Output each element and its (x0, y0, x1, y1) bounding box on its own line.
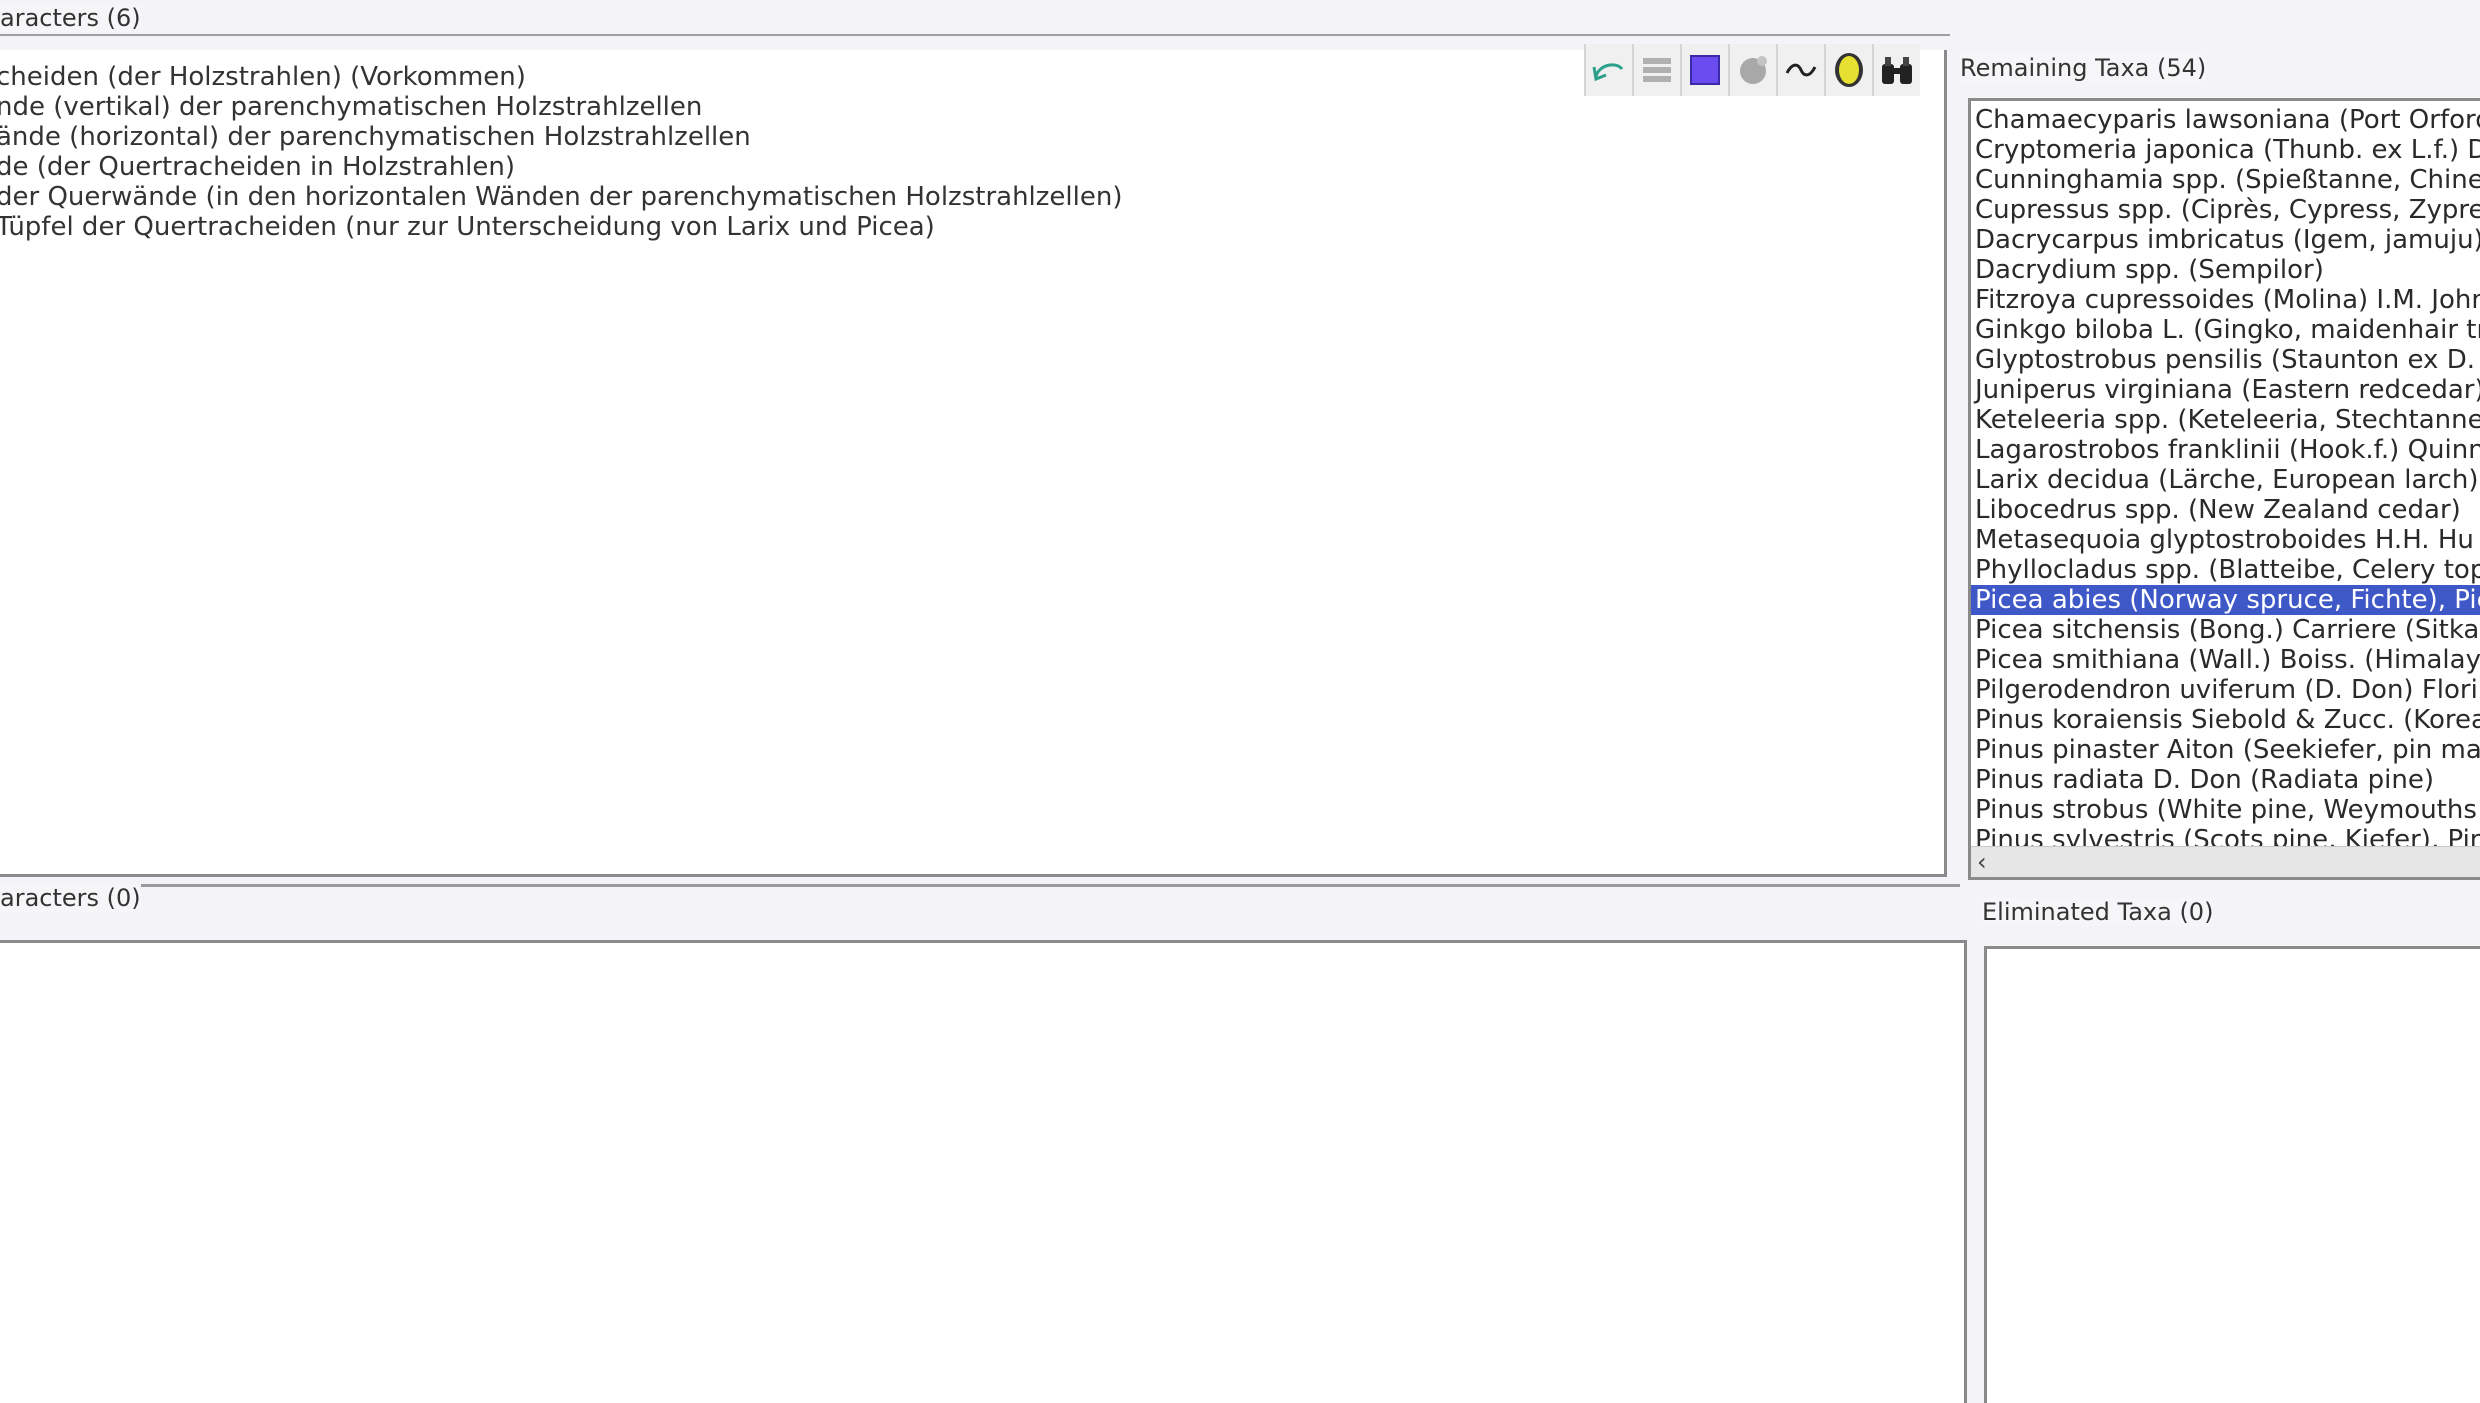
taxon-item[interactable]: Pinus pinaster Aiton (Seekiefer, pin mar… (1971, 735, 2480, 765)
taxon-item[interactable]: Pilgerodendron uviferum (D. Don) Florin … (1971, 675, 2480, 705)
top-separator (0, 34, 1950, 36)
remaining-taxa-list[interactable]: Chamaecyparis lawsoniana (Port Orford ce… (1968, 98, 2480, 880)
list-item[interactable]: der Querwände (in den horizontalen Wände… (0, 182, 1944, 212)
list-item[interactable]: nde (vertikal) der parenchymatischen Hol… (0, 92, 1944, 122)
taxon-item[interactable]: Cryptomeria japonica (Thunb. ex L.f.) D.… (1971, 135, 2480, 165)
taxon-item[interactable]: Keteleeria spp. (Keteleeria, Stechtanne) (1971, 405, 2480, 435)
taxon-item[interactable]: Phyllocladus spp. (Blatteibe, Celery top… (1971, 555, 2480, 585)
taxon-item[interactable]: Pinus koraiensis Siebold & Zucc. (Korea … (1971, 705, 2480, 735)
list-icon[interactable] (1632, 44, 1680, 96)
taxon-item[interactable]: Cupressus spp. (Ciprès, Cypress, Zypress… (1971, 195, 2480, 225)
taxon-item[interactable]: Larix decidua (Lärche, European larch), … (1971, 465, 2480, 495)
taxon-item[interactable]: Pinus strobus (White pine, Weymouths K (1971, 795, 2480, 825)
taxon-item[interactable]: Picea smithiana (Wall.) Boiss. (Himalaya (1971, 645, 2480, 675)
list-item[interactable]: de (der Quertracheiden in Holzstrahlen) (0, 152, 1944, 182)
unused-characters-header: aracters (0) (0, 884, 141, 912)
scroll-left-icon[interactable]: ‹ (1977, 847, 1987, 877)
taxon-item[interactable]: Ginkgo biloba L. (Gingko, maidenhair tre… (1971, 315, 2480, 345)
list-item[interactable]: Tüpfel der Quertracheiden (nur zur Unter… (0, 212, 1944, 242)
tilde-icon[interactable] (1776, 44, 1824, 96)
taxon-item[interactable]: Dacrydium spp. (Sempilor) (1971, 255, 2480, 285)
taxon-item[interactable]: Chamaecyparis lawsoniana (Port Orford ce… (1971, 105, 2480, 135)
used-characters-header: aracters (6) (0, 4, 141, 32)
list-item[interactable]: ände (horizontal) der parenchymatischen … (0, 122, 1944, 152)
binoculars-icon[interactable] (1872, 44, 1920, 96)
taxon-item[interactable]: Picea sitchensis (Bong.) Carriere (Sitka… (1971, 615, 2480, 645)
taxon-item[interactable]: Juniperus virginiana (Eastern redcedar),… (1971, 375, 2480, 405)
taxon-item[interactable]: Libocedrus spp. (New Zealand cedar) (1971, 495, 2480, 525)
middle-separator (0, 884, 1960, 887)
horizontal-scrollbar[interactable]: ‹ (1971, 846, 2480, 877)
remaining-taxa-header: Remaining Taxa (54) (1960, 54, 2207, 82)
taxon-item-selected[interactable]: Picea abies (Norway spruce, Fichte), Pic… (1971, 585, 2480, 615)
ellipse-icon[interactable] (1824, 44, 1872, 96)
taxon-item[interactable]: Metasequoia glyptostroboides H.H. Hu & V (1971, 525, 2480, 555)
eliminated-taxa-header: Eliminated Taxa (0) (1982, 898, 2214, 926)
used-characters-list[interactable]: cheiden (der Holzstrahlen) (Vorkommen) n… (0, 50, 1947, 877)
taxon-item[interactable]: Lagarostrobos franklinii (Hook.f.) Quinn… (1971, 435, 2480, 465)
sphere-icon[interactable] (1728, 44, 1776, 96)
toolbar (1584, 44, 1920, 96)
taxon-item[interactable]: Dacrycarpus imbricatus (Igem, jamuju), D… (1971, 225, 2480, 255)
taxon-item[interactable]: Fitzroya cupressoides (Molina) I.M. John… (1971, 285, 2480, 315)
taxon-item[interactable]: Glyptostrobus pensilis (Staunton ex D. D… (1971, 345, 2480, 375)
square-icon[interactable] (1680, 44, 1728, 96)
undo-icon[interactable] (1584, 44, 1632, 96)
eliminated-taxa-list[interactable] (1984, 946, 2480, 1403)
taxon-item[interactable]: Pinus radiata D. Don (Radiata pine) (1971, 765, 2480, 795)
unused-characters-list[interactable] (0, 940, 1967, 1403)
taxon-item[interactable]: Cunninghamia spp. (Spießtanne, Chinese f… (1971, 165, 2480, 195)
